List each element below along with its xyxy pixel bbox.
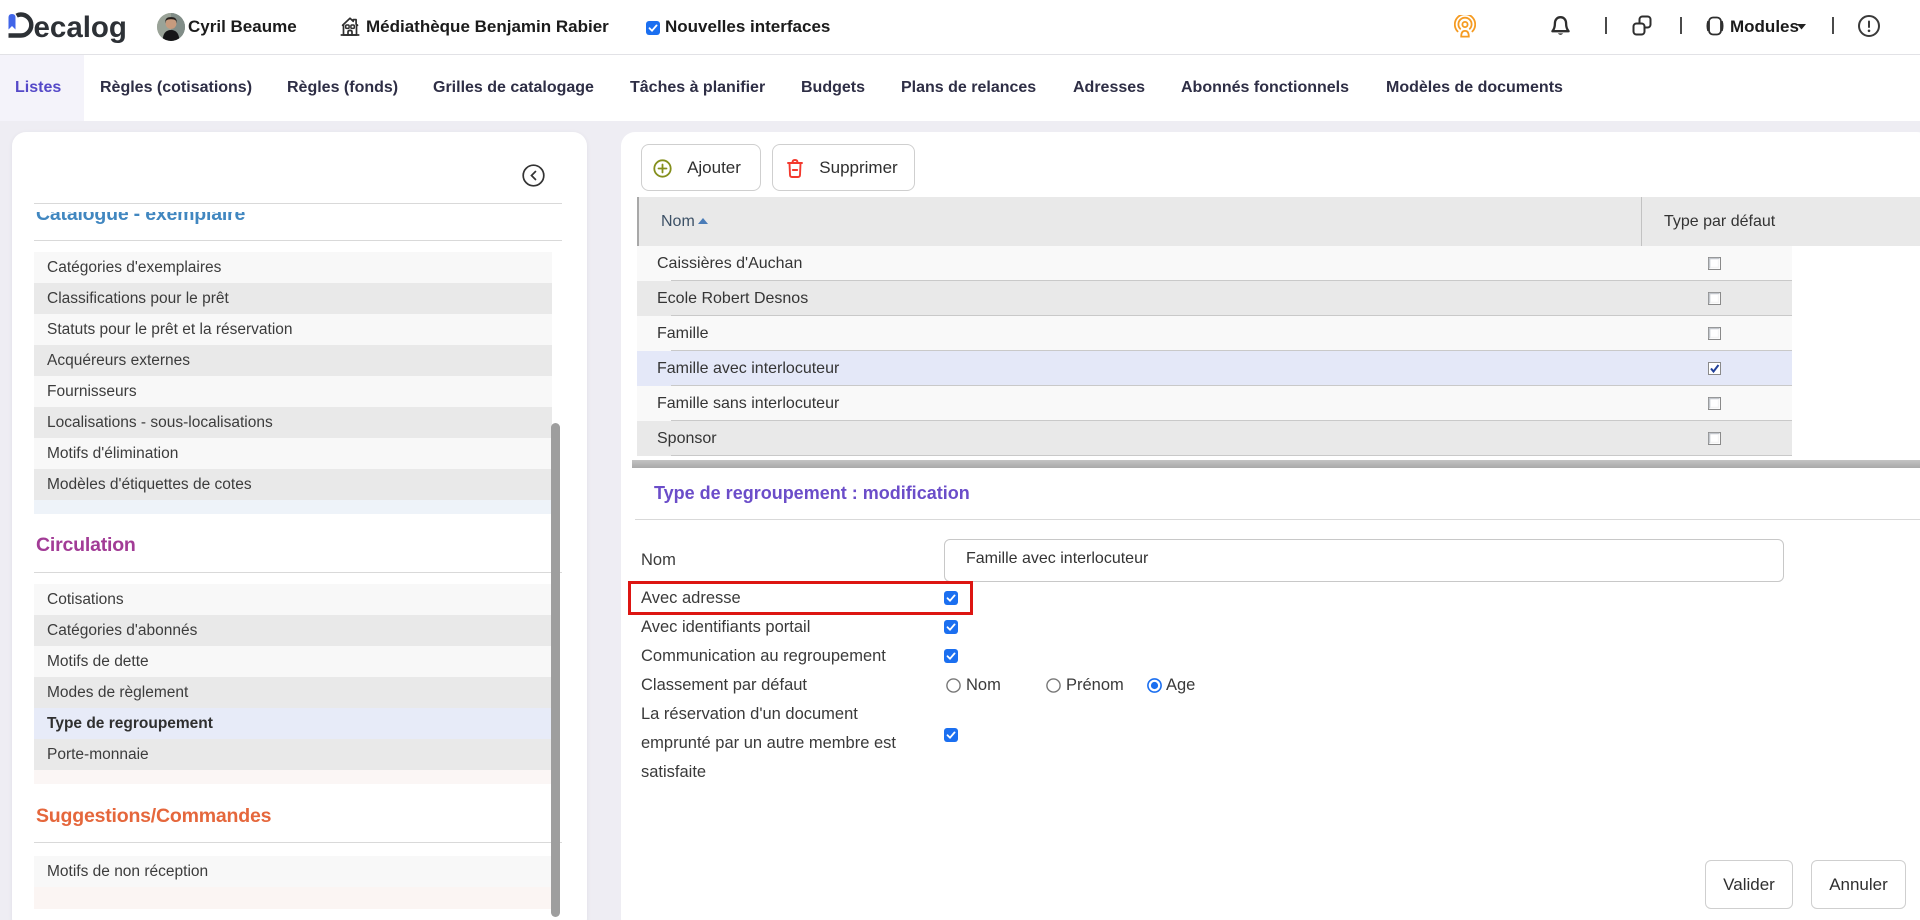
svg-text:ecalog: ecalog — [34, 11, 127, 44]
